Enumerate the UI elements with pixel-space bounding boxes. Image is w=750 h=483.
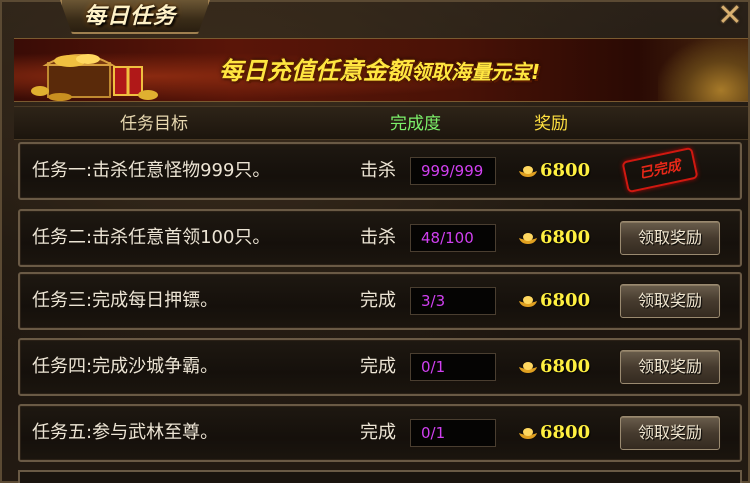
header-reward: 奖励 [534, 114, 568, 134]
header-progress: 完成度 [390, 114, 441, 134]
task-row: 任务五:参与武林至尊。 完成 0/1 6800 领取奖励 [18, 404, 742, 462]
task-verb: 完成 [360, 290, 396, 311]
task-progress: 0/1 [410, 353, 496, 381]
claim-reward-button[interactable]: 领取奖励 [620, 350, 720, 384]
recharge-banner[interactable]: 每日充值任意金额领取海量元宝! [14, 38, 748, 102]
task-reward: 6800 [540, 422, 591, 443]
header-goal: 任务目标 [120, 114, 188, 134]
task-reward: 6800 [540, 160, 591, 181]
task-row: 任务一:击杀任意怪物999只。 击杀 999/999 6800 已完成 [18, 142, 742, 200]
task-verb: 击杀 [360, 160, 396, 181]
gold-ingot-icon [519, 166, 537, 177]
treasure-chest-icon [31, 54, 158, 101]
task-reward: 6800 [540, 356, 591, 377]
task-row: 任务二:击杀任意首领100只。 击杀 48/100 6800 领取奖励 [18, 209, 742, 267]
close-icon[interactable]: ✕ [712, 0, 748, 34]
gold-ingot-icon [519, 233, 537, 244]
completed-stamp: 已完成 [621, 146, 699, 194]
task-name: 任务三:完成每日押镖。 [32, 290, 219, 311]
task-progress: 0/1 [410, 419, 496, 447]
task-progress: 999/999 [410, 157, 496, 185]
task-verb: 击杀 [360, 227, 396, 248]
gold-coins-decoration [658, 39, 748, 101]
gold-ingot-icon [519, 296, 537, 307]
window-title: 每日任务 [84, 4, 177, 29]
task-row: 任务三:完成每日押镖。 完成 3/3 6800 领取奖励 [18, 272, 742, 330]
task-name: 任务五:参与武林至尊。 [32, 422, 219, 443]
task-progress: 48/100 [410, 224, 496, 252]
banner-text-tail: 领取海量元宝! [411, 60, 541, 84]
table-header: 任务目标 完成度 奖励 [14, 106, 748, 140]
task-name: 任务二:击杀任意首领100只。 [32, 227, 271, 248]
task-row-partial [18, 470, 742, 483]
task-reward: 6800 [540, 227, 591, 248]
task-row: 任务四:完成沙城争霸。 完成 0/1 6800 领取奖励 [18, 338, 742, 396]
claim-reward-button[interactable]: 领取奖励 [620, 416, 720, 450]
task-name: 任务四:完成沙城争霸。 [32, 356, 219, 377]
gold-ingot-icon [519, 362, 537, 373]
task-verb: 完成 [360, 422, 396, 443]
task-verb: 完成 [360, 356, 396, 377]
banner-text-main: 每日充值任意金额 [219, 57, 411, 85]
task-name: 任务一:击杀任意怪物999只。 [32, 160, 271, 181]
banner-text: 每日充值任意金额领取海量元宝! [219, 53, 540, 89]
task-progress: 3/3 [410, 287, 496, 315]
gold-ingot-icon [519, 428, 537, 439]
task-reward: 6800 [540, 290, 591, 311]
claim-reward-button[interactable]: 领取奖励 [620, 284, 720, 318]
claim-reward-button[interactable]: 领取奖励 [620, 221, 720, 255]
